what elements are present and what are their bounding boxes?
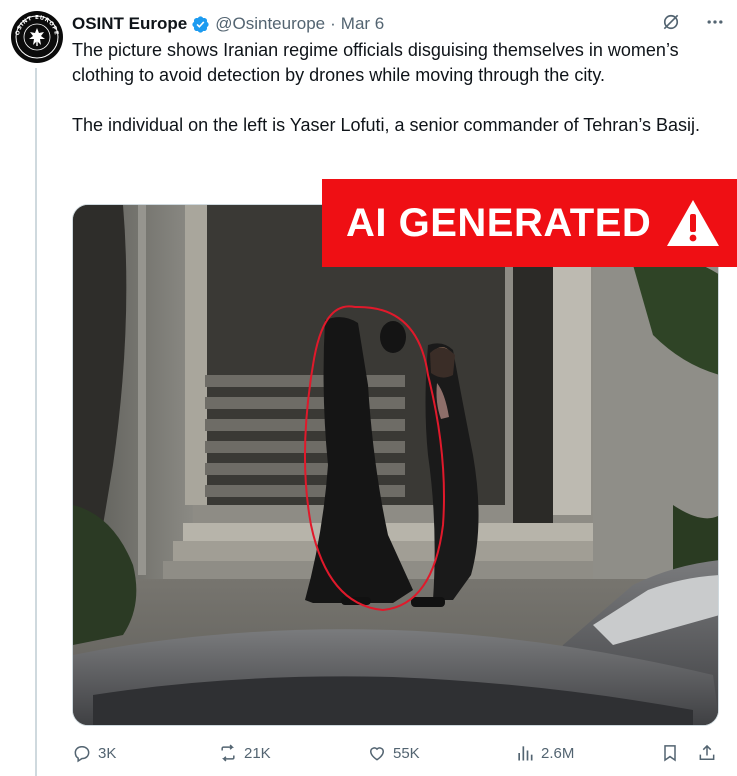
warning-icon [667, 200, 720, 246]
tweet-paragraph: The picture shows Iranian regime officia… [72, 40, 679, 85]
reply-button[interactable]: 3K [72, 743, 116, 763]
views-button[interactable]: 2.6M [515, 743, 574, 763]
osint-europe-logo: OSINT EUROPE [12, 12, 62, 62]
verified-icon [191, 15, 210, 34]
reply-count: 3K [98, 744, 117, 762]
photo-illustration [73, 205, 718, 725]
bookmark-button[interactable] [660, 743, 680, 763]
separator-dot: · [330, 14, 336, 33]
author-name[interactable]: OSINT Europe [72, 14, 187, 34]
view-count: 2.6M [541, 744, 575, 762]
repost-icon [221, 744, 235, 762]
repost-count: 21K [244, 744, 271, 762]
author-handle[interactable]: @Osinteurope [215, 14, 325, 34]
share-icon [699, 744, 715, 760]
ai-generated-banner: AI GENERATED [322, 179, 737, 267]
thread-line [35, 68, 37, 776]
like-button[interactable]: 55K [367, 743, 420, 763]
tweet-photo[interactable] [72, 204, 719, 726]
action-bar: 3K 21K 55K 2.6M [72, 738, 722, 768]
views-icon [518, 746, 533, 761]
tweet-text: The picture shows Iranian regime officia… [72, 38, 702, 138]
like-icon [369, 747, 385, 761]
reply-icon [74, 746, 90, 763]
like-count: 55K [393, 744, 420, 762]
more-icon[interactable] [705, 12, 725, 32]
avatar[interactable]: OSINT EUROPE [11, 11, 63, 63]
bookmark-icon [664, 745, 676, 762]
ai-generated-label: AI GENERATED [346, 200, 652, 245]
tweet-header: OSINT Europe @Osinteurope · Mar 6 [72, 12, 725, 36]
grok-icon[interactable] [661, 12, 681, 32]
tweet-paragraph: The individual on the left is Yaser Lofu… [72, 115, 701, 135]
share-button[interactable] [697, 743, 717, 763]
repost-button[interactable]: 21K [218, 743, 271, 763]
tweet-date[interactable]: Mar 6 [341, 14, 384, 34]
